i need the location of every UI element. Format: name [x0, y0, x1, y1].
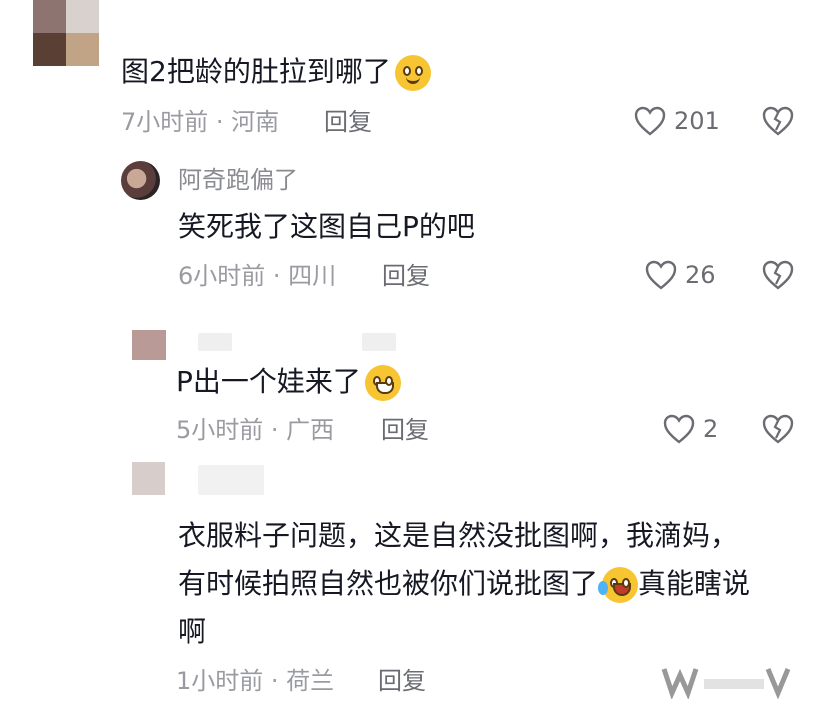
comment-text: 图2把龄的肚拉到哪了 — [121, 54, 431, 91]
comment-text: 笑死我了这图自己P的吧 — [178, 210, 475, 243]
comment-meta: 5小时前 · 广西 — [176, 416, 335, 444]
username-redacted — [198, 465, 264, 495]
reply-button[interactable]: 回复 — [324, 107, 372, 137]
comment-text-content: 真能瞎说 — [638, 567, 751, 600]
username-redacted — [198, 333, 232, 351]
like-button[interactable]: 26 — [645, 260, 716, 290]
crying-laughing-emoji-icon — [598, 567, 639, 603]
heart-outline-icon — [663, 414, 695, 444]
comment-text: P出一个娃来了 — [176, 364, 401, 401]
username-redacted — [362, 333, 396, 351]
like-button[interactable]: 201 — [634, 106, 720, 136]
reply-button[interactable]: 回复 — [382, 261, 430, 291]
comment-text-content: 有时候拍照自然也被你们说批图了 — [178, 567, 599, 600]
like-count: 201 — [674, 107, 720, 135]
broken-heart-icon[interactable] — [762, 260, 794, 290]
broken-heart-icon[interactable] — [762, 106, 794, 136]
laughing-emoji-icon — [364, 365, 401, 401]
comment-text-content: P出一个娃来了 — [176, 365, 361, 398]
comment-text-content: 图2把龄的肚拉到哪了 — [121, 55, 391, 88]
comment-meta: 6小时前 · 四川 — [178, 262, 337, 290]
like-button[interactable]: 2 — [663, 414, 718, 444]
avatar[interactable] — [121, 161, 160, 200]
comment-meta: 7小时前 · 河南 — [121, 108, 280, 136]
heart-outline-icon — [634, 106, 666, 136]
comment-text-line: 啊 — [178, 615, 207, 648]
comment-text-line: 有时候拍照自然也被你们说批图了 真能瞎说 — [178, 566, 750, 603]
reply-button[interactable]: 回复 — [378, 666, 426, 696]
broken-heart-icon[interactable] — [762, 414, 794, 444]
avatar[interactable] — [132, 330, 166, 360]
like-count: 26 — [685, 261, 716, 289]
comment-text-line: 衣服料子问题，这是自然没批图啊，我滴妈， — [178, 519, 739, 552]
username[interactable]: 阿奇跑偏了 — [178, 165, 298, 195]
grinning-emoji-icon — [394, 55, 431, 91]
avatar[interactable] — [33, 0, 99, 66]
avatar[interactable] — [132, 462, 165, 495]
like-count: 2 — [703, 415, 719, 443]
heart-outline-icon — [645, 260, 677, 290]
watermark-logo — [634, 663, 814, 700]
reply-button[interactable]: 回复 — [381, 415, 429, 445]
comment-meta: 1小时前 · 荷兰 — [176, 667, 335, 695]
